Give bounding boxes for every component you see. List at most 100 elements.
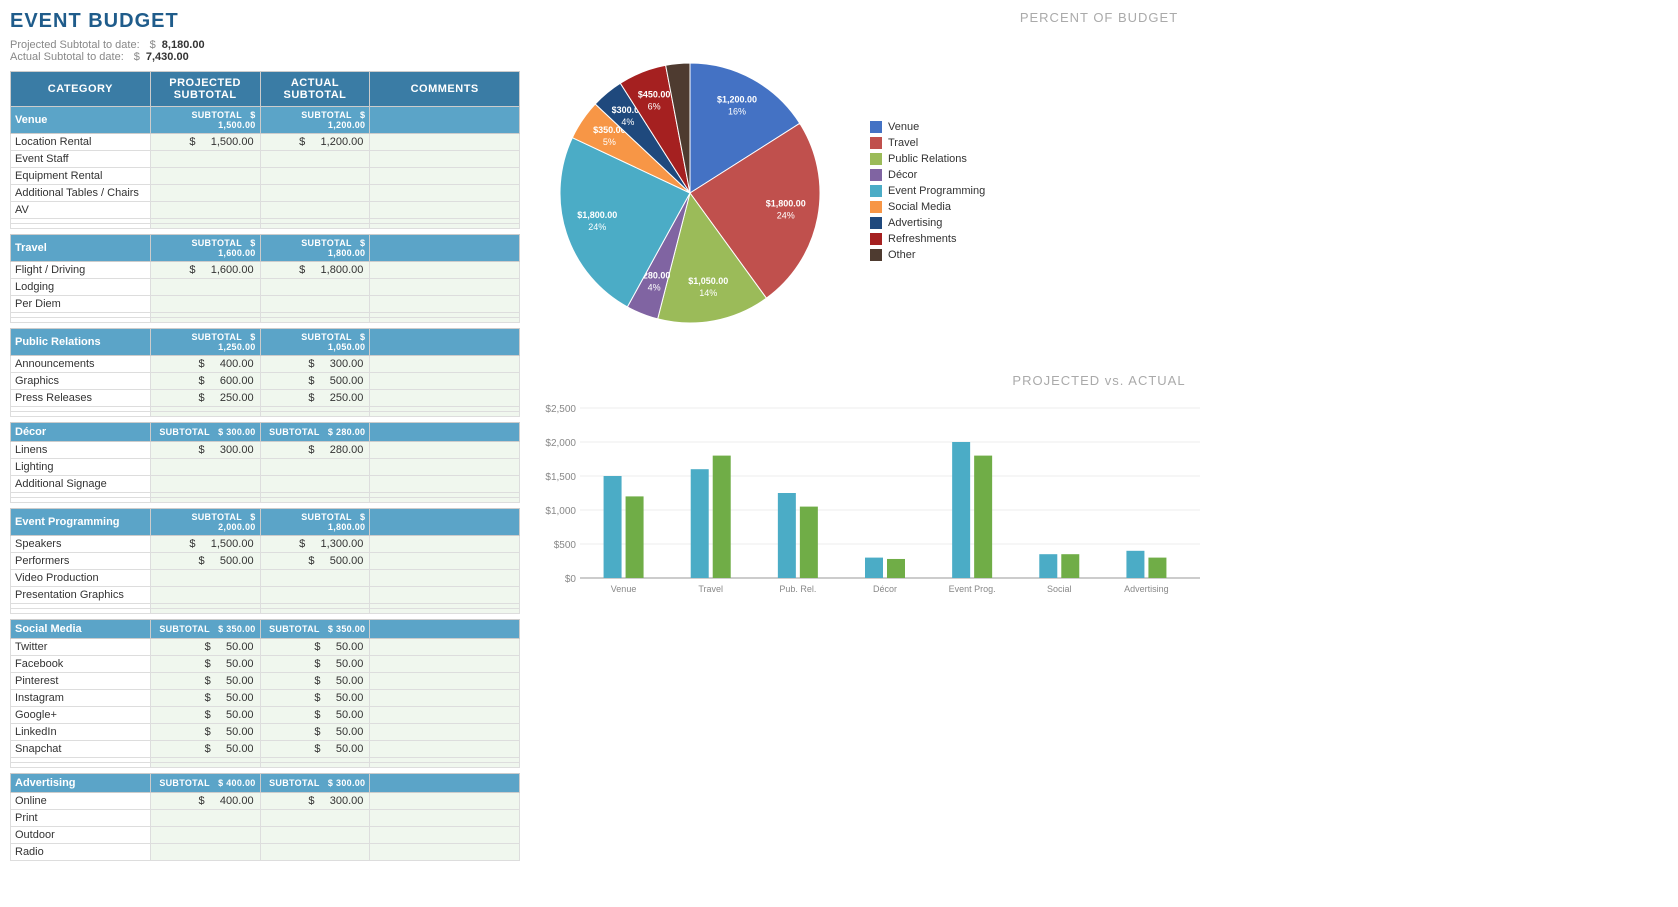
table-row: Instagram $ 50.00 $ 50.00 bbox=[11, 690, 520, 707]
svg-text:24%: 24% bbox=[588, 222, 606, 232]
svg-text:Pub. Rel.: Pub. Rel. bbox=[779, 584, 816, 594]
bar-act-Social bbox=[1061, 554, 1079, 578]
legend-label: Travel bbox=[888, 137, 918, 149]
row-proj bbox=[150, 587, 260, 604]
actual-label: Actual Subtotal to date: bbox=[10, 51, 124, 63]
legend-label: Venue bbox=[888, 121, 919, 133]
row-comment bbox=[370, 536, 520, 553]
svg-text:$1,050.00: $1,050.00 bbox=[688, 276, 728, 286]
row-name: Snapchat bbox=[11, 741, 151, 758]
svg-text:4%: 4% bbox=[648, 283, 661, 293]
act-subtotal: SUBTOTAL $ 300.00 bbox=[260, 774, 370, 793]
act-subtotal: SUBTOTAL $ 1,200.00 bbox=[260, 107, 370, 134]
row-proj: $ 50.00 bbox=[150, 741, 260, 758]
pie-chart-title: PERCENT OF BUDGET bbox=[530, 10, 1668, 25]
actual-dollar: $ bbox=[134, 51, 140, 63]
svg-text:$450.00: $450.00 bbox=[638, 89, 671, 99]
bar-chart-title: PROJECTED vs. ACTUAL bbox=[530, 373, 1668, 388]
table-row: Additional Tables / Chairs bbox=[11, 185, 520, 202]
category-header-row: Event Programming SUBTOTAL $ 2,000.00 SU… bbox=[11, 509, 520, 536]
row-act: $ 250.00 bbox=[260, 390, 370, 407]
row-act bbox=[260, 185, 370, 202]
row-proj: $ 50.00 bbox=[150, 639, 260, 656]
row-act: $ 50.00 bbox=[260, 639, 370, 656]
row-act: $ 300.00 bbox=[260, 356, 370, 373]
row-act: $ 50.00 bbox=[260, 656, 370, 673]
row-comment bbox=[370, 690, 520, 707]
row-proj: $ 50.00 bbox=[150, 673, 260, 690]
row-name: Additional Tables / Chairs bbox=[11, 185, 151, 202]
category-name: Social Media bbox=[11, 620, 151, 639]
legend-label: Event Programming bbox=[888, 185, 985, 197]
legend-color bbox=[870, 201, 882, 213]
table-row: Snapchat $ 50.00 $ 50.00 bbox=[11, 741, 520, 758]
right-panel: PERCENT OF BUDGET $1,200.0016%$1,800.002… bbox=[530, 10, 1668, 867]
table-row: Radio bbox=[11, 844, 520, 861]
bar-act-Travel bbox=[713, 456, 731, 578]
row-act: $ 500.00 bbox=[260, 553, 370, 570]
proj-subtotal: SUBTOTAL $ 1,600.00 bbox=[150, 235, 260, 262]
table-row: Performers $ 500.00 $ 500.00 bbox=[11, 553, 520, 570]
row-comment bbox=[370, 168, 520, 185]
svg-text:$1,200.00: $1,200.00 bbox=[717, 95, 757, 105]
row-act bbox=[260, 296, 370, 313]
category-header-row: Venue SUBTOTAL $ 1,500.00 SUBTOTAL $ 1,2… bbox=[11, 107, 520, 134]
row-name: Radio bbox=[11, 844, 151, 861]
row-name: Lighting bbox=[11, 459, 151, 476]
svg-text:Event Prog.: Event Prog. bbox=[949, 584, 996, 594]
table-row: Graphics $ 600.00 $ 500.00 bbox=[11, 373, 520, 390]
table-row: AV bbox=[11, 202, 520, 219]
legend-item-social-media: Social Media bbox=[870, 201, 985, 213]
act-subtotal: SUBTOTAL $ 280.00 bbox=[260, 423, 370, 442]
row-name: Graphics bbox=[11, 373, 151, 390]
table-row: Equipment Rental bbox=[11, 168, 520, 185]
pie-legend: VenueTravelPublic RelationsDécorEvent Pr… bbox=[870, 121, 985, 265]
comments-cell bbox=[370, 423, 520, 442]
row-name: Presentation Graphics bbox=[11, 587, 151, 604]
row-proj: $ 50.00 bbox=[150, 656, 260, 673]
row-comment bbox=[370, 185, 520, 202]
svg-text:Social: Social bbox=[1047, 584, 1072, 594]
comments-cell bbox=[370, 774, 520, 793]
row-act bbox=[260, 202, 370, 219]
bar-act-Pub. Rel. bbox=[800, 507, 818, 578]
row-proj: $ 1,500.00 bbox=[150, 536, 260, 553]
row-name: Twitter bbox=[11, 639, 151, 656]
category-header-row: Public Relations SUBTOTAL $ 1,250.00 SUB… bbox=[11, 329, 520, 356]
legend-label: Social Media bbox=[888, 201, 951, 213]
table-row: Event Staff bbox=[11, 151, 520, 168]
table-row: Announcements $ 400.00 $ 300.00 bbox=[11, 356, 520, 373]
legend-color bbox=[870, 249, 882, 261]
legend-label: Public Relations bbox=[888, 153, 967, 165]
row-name: Print bbox=[11, 810, 151, 827]
legend-color bbox=[870, 185, 882, 197]
budget-table: CATEGORY PROJECTED SUBTOTAL ACTUAL SUBTO… bbox=[10, 71, 520, 867]
row-proj bbox=[150, 476, 260, 493]
row-proj: $ 500.00 bbox=[150, 553, 260, 570]
row-proj bbox=[150, 827, 260, 844]
row-proj bbox=[150, 810, 260, 827]
legend-item-venue: Venue bbox=[870, 121, 985, 133]
row-act: $ 50.00 bbox=[260, 724, 370, 741]
table-row: LinkedIn $ 50.00 $ 50.00 bbox=[11, 724, 520, 741]
legend-color bbox=[870, 169, 882, 181]
proj-subtotal: SUBTOTAL $ 1,500.00 bbox=[150, 107, 260, 134]
row-name: Facebook bbox=[11, 656, 151, 673]
row-proj: $ 250.00 bbox=[150, 390, 260, 407]
row-comment bbox=[370, 656, 520, 673]
row-comment bbox=[370, 587, 520, 604]
legend-item-event-programming: Event Programming bbox=[870, 185, 985, 197]
row-comment bbox=[370, 741, 520, 758]
col-header-category: CATEGORY bbox=[11, 72, 151, 107]
proj-subtotal: SUBTOTAL $ 1,250.00 bbox=[150, 329, 260, 356]
row-act bbox=[260, 459, 370, 476]
legend-item-public-relations: Public Relations bbox=[870, 153, 985, 165]
row-name: Outdoor bbox=[11, 827, 151, 844]
svg-text:6%: 6% bbox=[648, 101, 661, 111]
row-name: Announcements bbox=[11, 356, 151, 373]
row-name: Event Staff bbox=[11, 151, 151, 168]
row-act: $ 1,200.00 bbox=[260, 134, 370, 151]
table-row: Pinterest $ 50.00 $ 50.00 bbox=[11, 673, 520, 690]
row-proj: $ 50.00 bbox=[150, 724, 260, 741]
legend-label: Other bbox=[888, 249, 916, 261]
